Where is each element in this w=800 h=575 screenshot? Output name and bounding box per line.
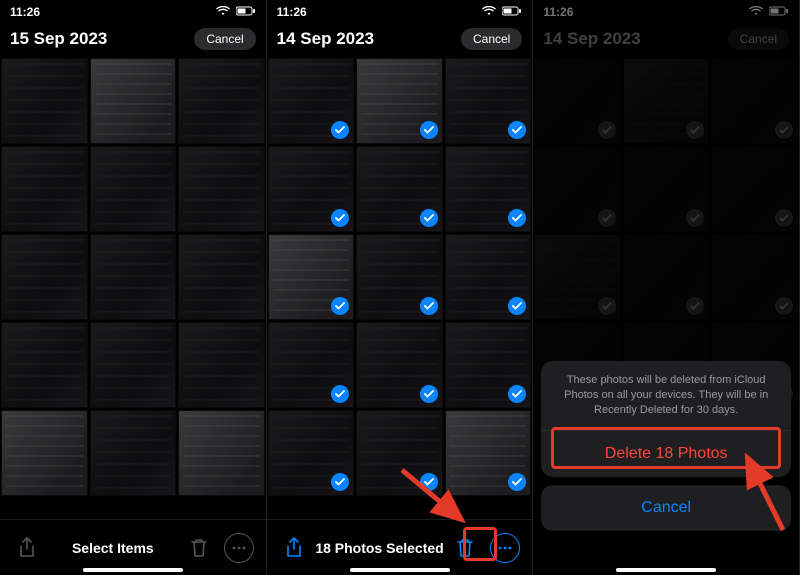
photo-thumbnail[interactable] — [1, 146, 88, 232]
date-heading: 14 Sep 2023 — [277, 29, 461, 49]
photo-thumbnail[interactable] — [178, 234, 265, 320]
bottom-toolbar: Select Items — [0, 519, 266, 575]
photo-thumbnail[interactable] — [178, 322, 265, 408]
photo-thumbnail[interactable] — [1, 58, 88, 144]
more-button[interactable] — [224, 533, 254, 563]
photo-thumbnail[interactable] — [90, 58, 177, 144]
photo-thumbnail[interactable] — [356, 234, 443, 320]
photo-thumbnail[interactable] — [445, 410, 532, 496]
photo-thumbnail[interactable] — [268, 234, 355, 320]
photo-thumbnail[interactable] — [356, 322, 443, 408]
photo-thumbnail[interactable] — [1, 322, 88, 408]
status-bar: 11:26 — [267, 0, 533, 24]
trash-button[interactable] — [450, 533, 480, 563]
photo-thumbnail[interactable] — [356, 146, 443, 232]
photo-thumbnail[interactable] — [268, 410, 355, 496]
trash-button[interactable] — [184, 533, 214, 563]
action-sheet: These photos will be deleted from iCloud… — [541, 361, 791, 531]
status-time: 11:26 — [277, 5, 307, 19]
delete-photos-button[interactable]: Delete 18 Photos — [541, 431, 791, 477]
photo-thumbnail[interactable] — [445, 146, 532, 232]
checkmark-icon — [420, 385, 438, 403]
photo-thumbnail[interactable] — [356, 410, 443, 496]
photo-thumbnail[interactable] — [268, 58, 355, 144]
home-indicator[interactable] — [616, 568, 716, 572]
status-time: 11:26 — [10, 5, 40, 19]
photo-thumbnail[interactable] — [90, 322, 177, 408]
home-indicator[interactable] — [83, 568, 183, 572]
photo-thumbnail[interactable] — [445, 234, 532, 320]
photo-thumbnail[interactable] — [268, 322, 355, 408]
photo-thumbnail[interactable] — [445, 58, 532, 144]
cancel-button[interactable]: Cancel — [194, 28, 255, 50]
toolbar-title: 18 Photos Selected — [309, 540, 451, 556]
photo-thumbnail[interactable] — [90, 146, 177, 232]
toolbar-title: Select Items — [42, 540, 184, 556]
panel-select-mode: 11:26 15 Sep 2023 Cancel Select Items — [0, 0, 267, 575]
header: 14 Sep 2023 Cancel — [267, 24, 533, 58]
photo-thumbnail[interactable] — [178, 58, 265, 144]
photo-thumbnail[interactable] — [1, 410, 88, 496]
wifi-icon — [482, 5, 496, 19]
date-heading: 15 Sep 2023 — [10, 29, 194, 49]
photo-thumbnail[interactable] — [90, 234, 177, 320]
checkmark-icon — [420, 297, 438, 315]
header: 15 Sep 2023 Cancel — [0, 24, 266, 58]
checkmark-icon — [420, 209, 438, 227]
more-button[interactable] — [490, 533, 520, 563]
photo-grid[interactable] — [0, 58, 266, 519]
cancel-button[interactable]: Cancel — [461, 28, 522, 50]
battery-icon — [236, 5, 256, 19]
share-button[interactable] — [12, 533, 42, 563]
photo-thumbnail[interactable] — [178, 410, 265, 496]
home-indicator[interactable] — [350, 568, 450, 572]
action-sheet-cancel-button[interactable]: Cancel — [541, 485, 791, 531]
action-sheet-message: These photos will be deleted from iCloud… — [541, 361, 791, 431]
photo-thumbnail[interactable] — [268, 146, 355, 232]
panel-delete-confirm: 11:26 14 Sep 2023 Cancel These photos wi… — [533, 0, 800, 575]
panel-selected: 11:26 14 Sep 2023 Cancel 18 Photos Sele — [267, 0, 534, 575]
photo-grid[interactable] — [267, 58, 533, 519]
photo-thumbnail[interactable] — [356, 58, 443, 144]
photo-thumbnail[interactable] — [90, 410, 177, 496]
bottom-toolbar: 18 Photos Selected — [267, 519, 533, 575]
status-bar: 11:26 — [0, 0, 266, 24]
photo-thumbnail[interactable] — [1, 234, 88, 320]
share-button[interactable] — [279, 533, 309, 563]
wifi-icon — [216, 5, 230, 19]
battery-icon — [502, 5, 522, 19]
checkmark-icon — [420, 473, 438, 491]
photo-thumbnail[interactable] — [445, 322, 532, 408]
photo-thumbnail[interactable] — [178, 146, 265, 232]
checkmark-icon — [420, 121, 438, 139]
